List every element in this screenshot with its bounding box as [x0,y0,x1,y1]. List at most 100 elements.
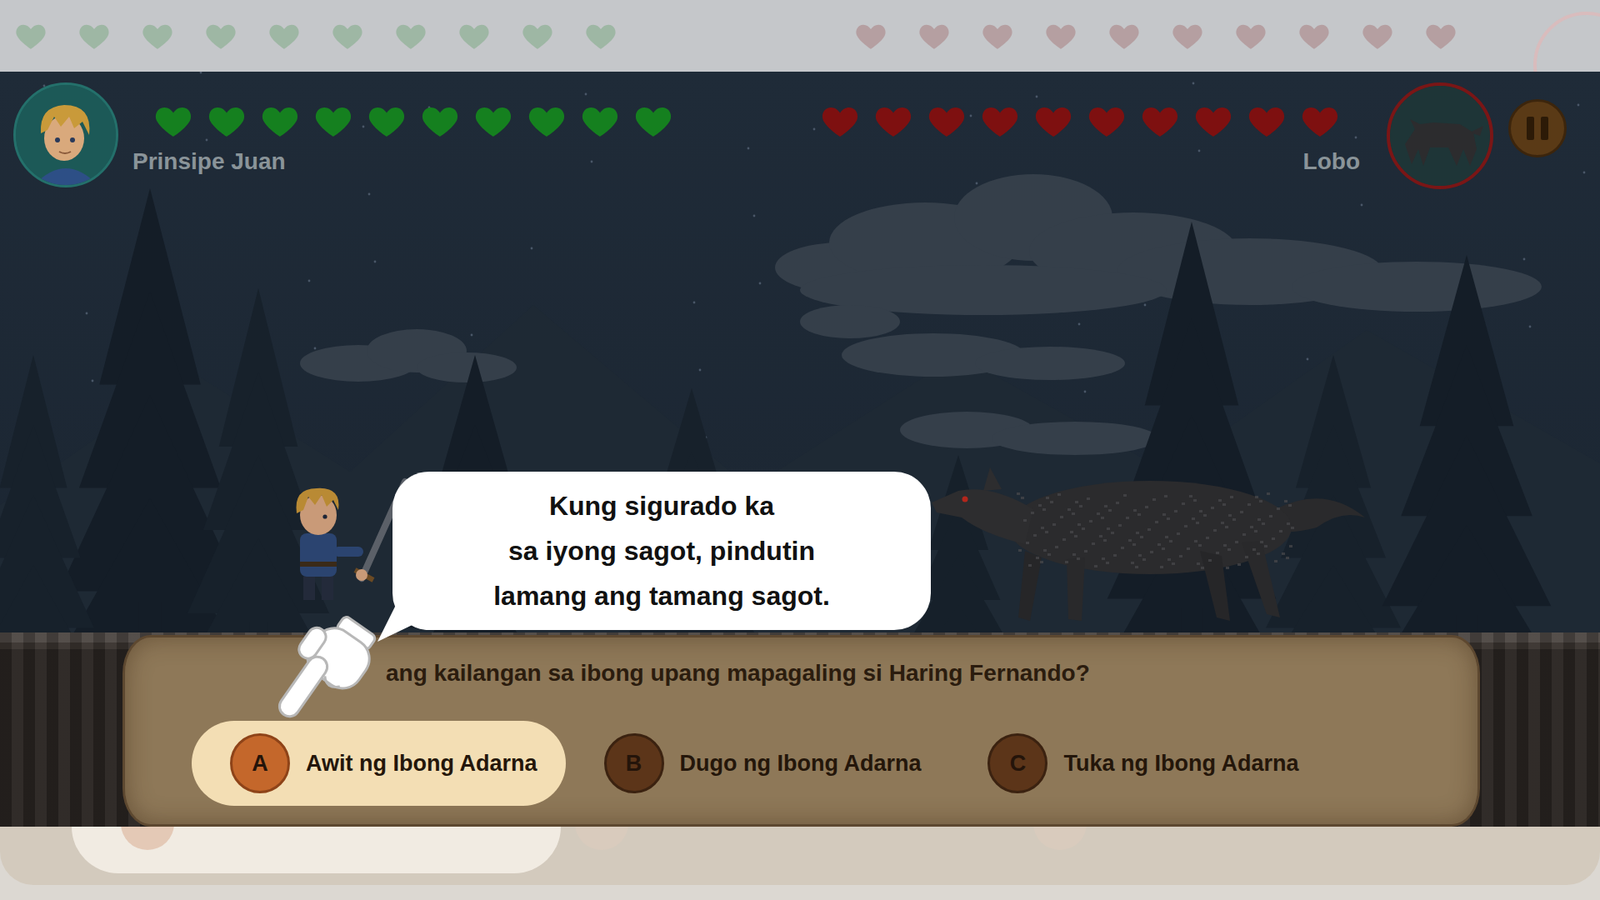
heart-icon [394,19,428,53]
heart-icon [520,19,555,53]
heart-icon [854,19,888,53]
game-screen: Prinsipe Juan Lobo Kung sigurado kasa iyon… [0,0,1600,900]
heart-icon [1140,100,1180,141]
pause-bar-icon [1540,116,1549,140]
heart-icon [873,100,914,141]
answer-option[interactable]: A Awit ng Ibong Adarna [191,720,566,806]
option-text: Awit ng Ibong Adarna [305,749,538,778]
heart-icon [1297,19,1331,53]
heart-icon [1170,19,1205,53]
option-text: Dugo ng Ibong Adarna [680,749,922,778]
heart-icon [366,100,407,141]
heart-icon [473,100,514,141]
heart-icon [917,19,951,53]
heart-icon [366,100,407,141]
heart-icon [1193,100,1234,141]
ground: ang kailangan sa ibong upang mapagaling … [0,632,1600,827]
heart-icon [1424,19,1458,53]
heart-icon [580,100,620,141]
health-hearts [153,100,674,141]
heart-icon [633,100,674,141]
tutorial-line: lamang ang tamang sagot. [493,573,830,619]
heart-icon [153,100,194,141]
heart-icon [1107,19,1141,53]
heart-icon [526,100,567,141]
option-letter: A [230,733,290,794]
ghost-band [0,826,1600,900]
heart-icon [1234,19,1268,53]
heart-icon [153,100,194,141]
heart-icon [204,19,238,53]
heart-icon [330,19,365,53]
heart-icon [1044,19,1078,53]
heart-icon [14,19,48,53]
heart-icon [1170,19,1205,53]
tutorial-line: Kung sigurado ka [549,483,775,529]
answer-option[interactable]: B Dugo ng Ibong Adarna [565,720,950,806]
fighter-name: Lobo [1303,147,1360,176]
heart-icon [267,19,301,53]
enemy-panel: Lobo [820,82,1494,190]
pause-button[interactable] [1508,99,1567,158]
pause-bar-icon [1526,116,1535,140]
heart-icon [330,19,365,53]
heart-icon [1033,100,1074,141]
heart-icon [584,19,618,53]
heart-icon [1033,100,1074,141]
ghost-band [0,0,1600,72]
wolf-sprite-icon [925,450,1367,626]
answer-options: A Awit ng Ibong Adarna B Dugo ng Ibong Adar… [191,720,1478,806]
heart-icon [394,19,428,53]
heart-icon [77,19,111,53]
ghost-avatar [1533,11,1600,72]
heart-icon [584,19,618,53]
heart-icon [854,19,888,53]
heart-icon [267,19,301,53]
heart-icon [313,100,354,141]
heart-icon [473,100,514,141]
bubble-tail-icon [370,605,421,647]
heart-icon [520,19,555,53]
tutorial-line: sa iyong sagot, pindutin [508,528,815,574]
ghost-hearts [854,19,1458,53]
heart-icon [77,19,111,53]
heart-icon [206,100,247,141]
heart-icon [204,19,238,53]
answer-option[interactable]: C Tuka ng Ibong Adarna [949,720,1327,806]
option-letter: C [987,733,1048,794]
heart-icon [980,100,1020,141]
option-letter: B [604,733,665,794]
prince-portrait-icon [15,85,116,185]
health-hearts [820,100,1340,141]
tutorial-bubble: Kung sigurado kasa iyong sagot, pindutin… [392,471,931,630]
heart-icon [580,100,620,141]
heart-icon [873,100,914,141]
heart-icon [140,19,175,53]
ghost-hearts [14,19,618,53]
option-text: Tuka ng Ibong Adarna [1063,749,1299,778]
heart-icon [820,100,860,141]
heart-icon [313,100,354,141]
tutorial-pointer [263,612,376,738]
fighter-status: Prinsipe Juan [153,82,674,176]
fighter-name: Prinsipe Juan [132,147,286,176]
wolf-portrait-icon [1390,85,1490,186]
heart-icon [140,19,175,53]
heart-icon [526,100,567,141]
heart-icon [917,19,951,53]
heart-icon [980,19,1015,53]
player-panel: Prinsipe Juan [13,82,674,188]
heart-icon [420,100,460,141]
heart-icon [260,100,300,141]
heart-icon [1140,100,1180,141]
heart-icon [1044,19,1078,53]
pointing-hand-icon [263,612,376,738]
heart-icon [1086,100,1127,141]
heart-icon [1246,100,1287,141]
heart-icon [14,19,48,53]
heart-icon [1297,19,1331,53]
battle-scene: Prinsipe Juan Lobo Kung sigurado kasa iyon… [0,71,1600,827]
heart-icon [1360,19,1395,53]
heart-icon [1300,100,1340,141]
enemy-avatar [1386,82,1494,190]
